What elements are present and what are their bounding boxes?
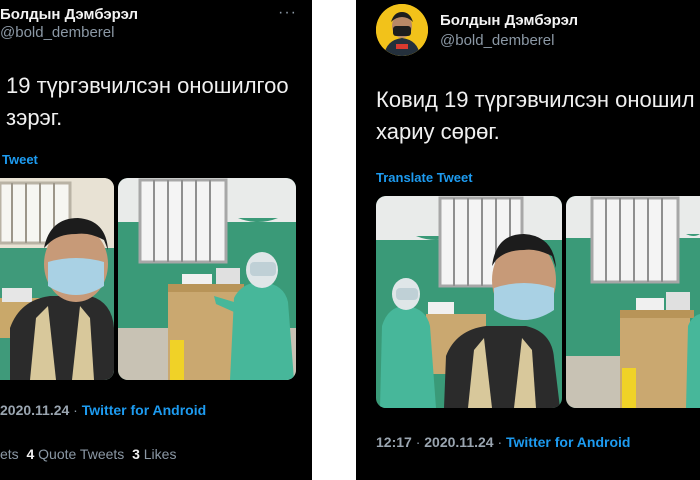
retweets-label-partial[interactable]: ets: [0, 446, 19, 462]
tweet-photo-selfie[interactable]: [0, 178, 114, 380]
tweet-text-line2: хариу сөрөг.: [376, 119, 500, 144]
tweet-text-line1: Ковид 19 түргэвчилсэн оношил: [376, 87, 695, 112]
tweet-screenshot-right: Болдын Дэмбэрэл @bold_demberel Ковид 19 …: [356, 0, 700, 480]
tweet-stats: ets 4 Quote Tweets 3 Likes: [0, 446, 176, 462]
tweet-text-line2: зэрэг.: [6, 105, 63, 130]
tweet-screenshot-left: Болдын Дэмбэрэл @bold_demberel ··· 19 тү…: [0, 0, 312, 480]
tweet-photo-clinic[interactable]: [118, 178, 296, 380]
tweet-date[interactable]: 2020.11.24: [0, 402, 69, 418]
translate-tweet-link[interactable]: Translate Tweet: [376, 170, 473, 185]
more-icon[interactable]: ···: [278, 4, 297, 22]
quote-count[interactable]: 4: [26, 446, 34, 462]
translate-tweet-link[interactable]: Tweet: [2, 152, 38, 167]
tweet-client-link[interactable]: Twitter for Android: [82, 402, 206, 418]
meta-separator: ·: [411, 434, 425, 450]
like-label[interactable]: Likes: [144, 446, 177, 462]
tweet-photo-clinic[interactable]: [566, 196, 700, 408]
tweet-text-line1: 19 түргэвчилсэн оношилгоо: [6, 73, 289, 98]
author-handle[interactable]: @bold_demberel: [440, 32, 554, 49]
author-handle[interactable]: @bold_demberel: [0, 24, 114, 41]
avatar-image[interactable]: [376, 4, 428, 56]
tweet-meta: 2020.11.24 · Twitter for Android: [0, 402, 206, 418]
author-name[interactable]: Болдын Дэмбэрэл: [440, 12, 578, 29]
meta-separator: ·: [493, 434, 507, 450]
author-name[interactable]: Болдын Дэмбэрэл: [0, 6, 138, 23]
tweet-date[interactable]: 2020.11.24: [424, 434, 493, 450]
tweet-time[interactable]: 12:17: [376, 434, 412, 450]
tweet-client-link[interactable]: Twitter for Android: [506, 434, 630, 450]
tweet-photo-selfie[interactable]: [376, 196, 562, 408]
quote-label[interactable]: Quote Tweets: [38, 446, 124, 462]
tweet-meta: 12:17 · 2020.11.24 · Twitter for Android: [376, 434, 630, 450]
like-count[interactable]: 3: [132, 446, 140, 462]
meta-separator: ·: [69, 402, 82, 418]
